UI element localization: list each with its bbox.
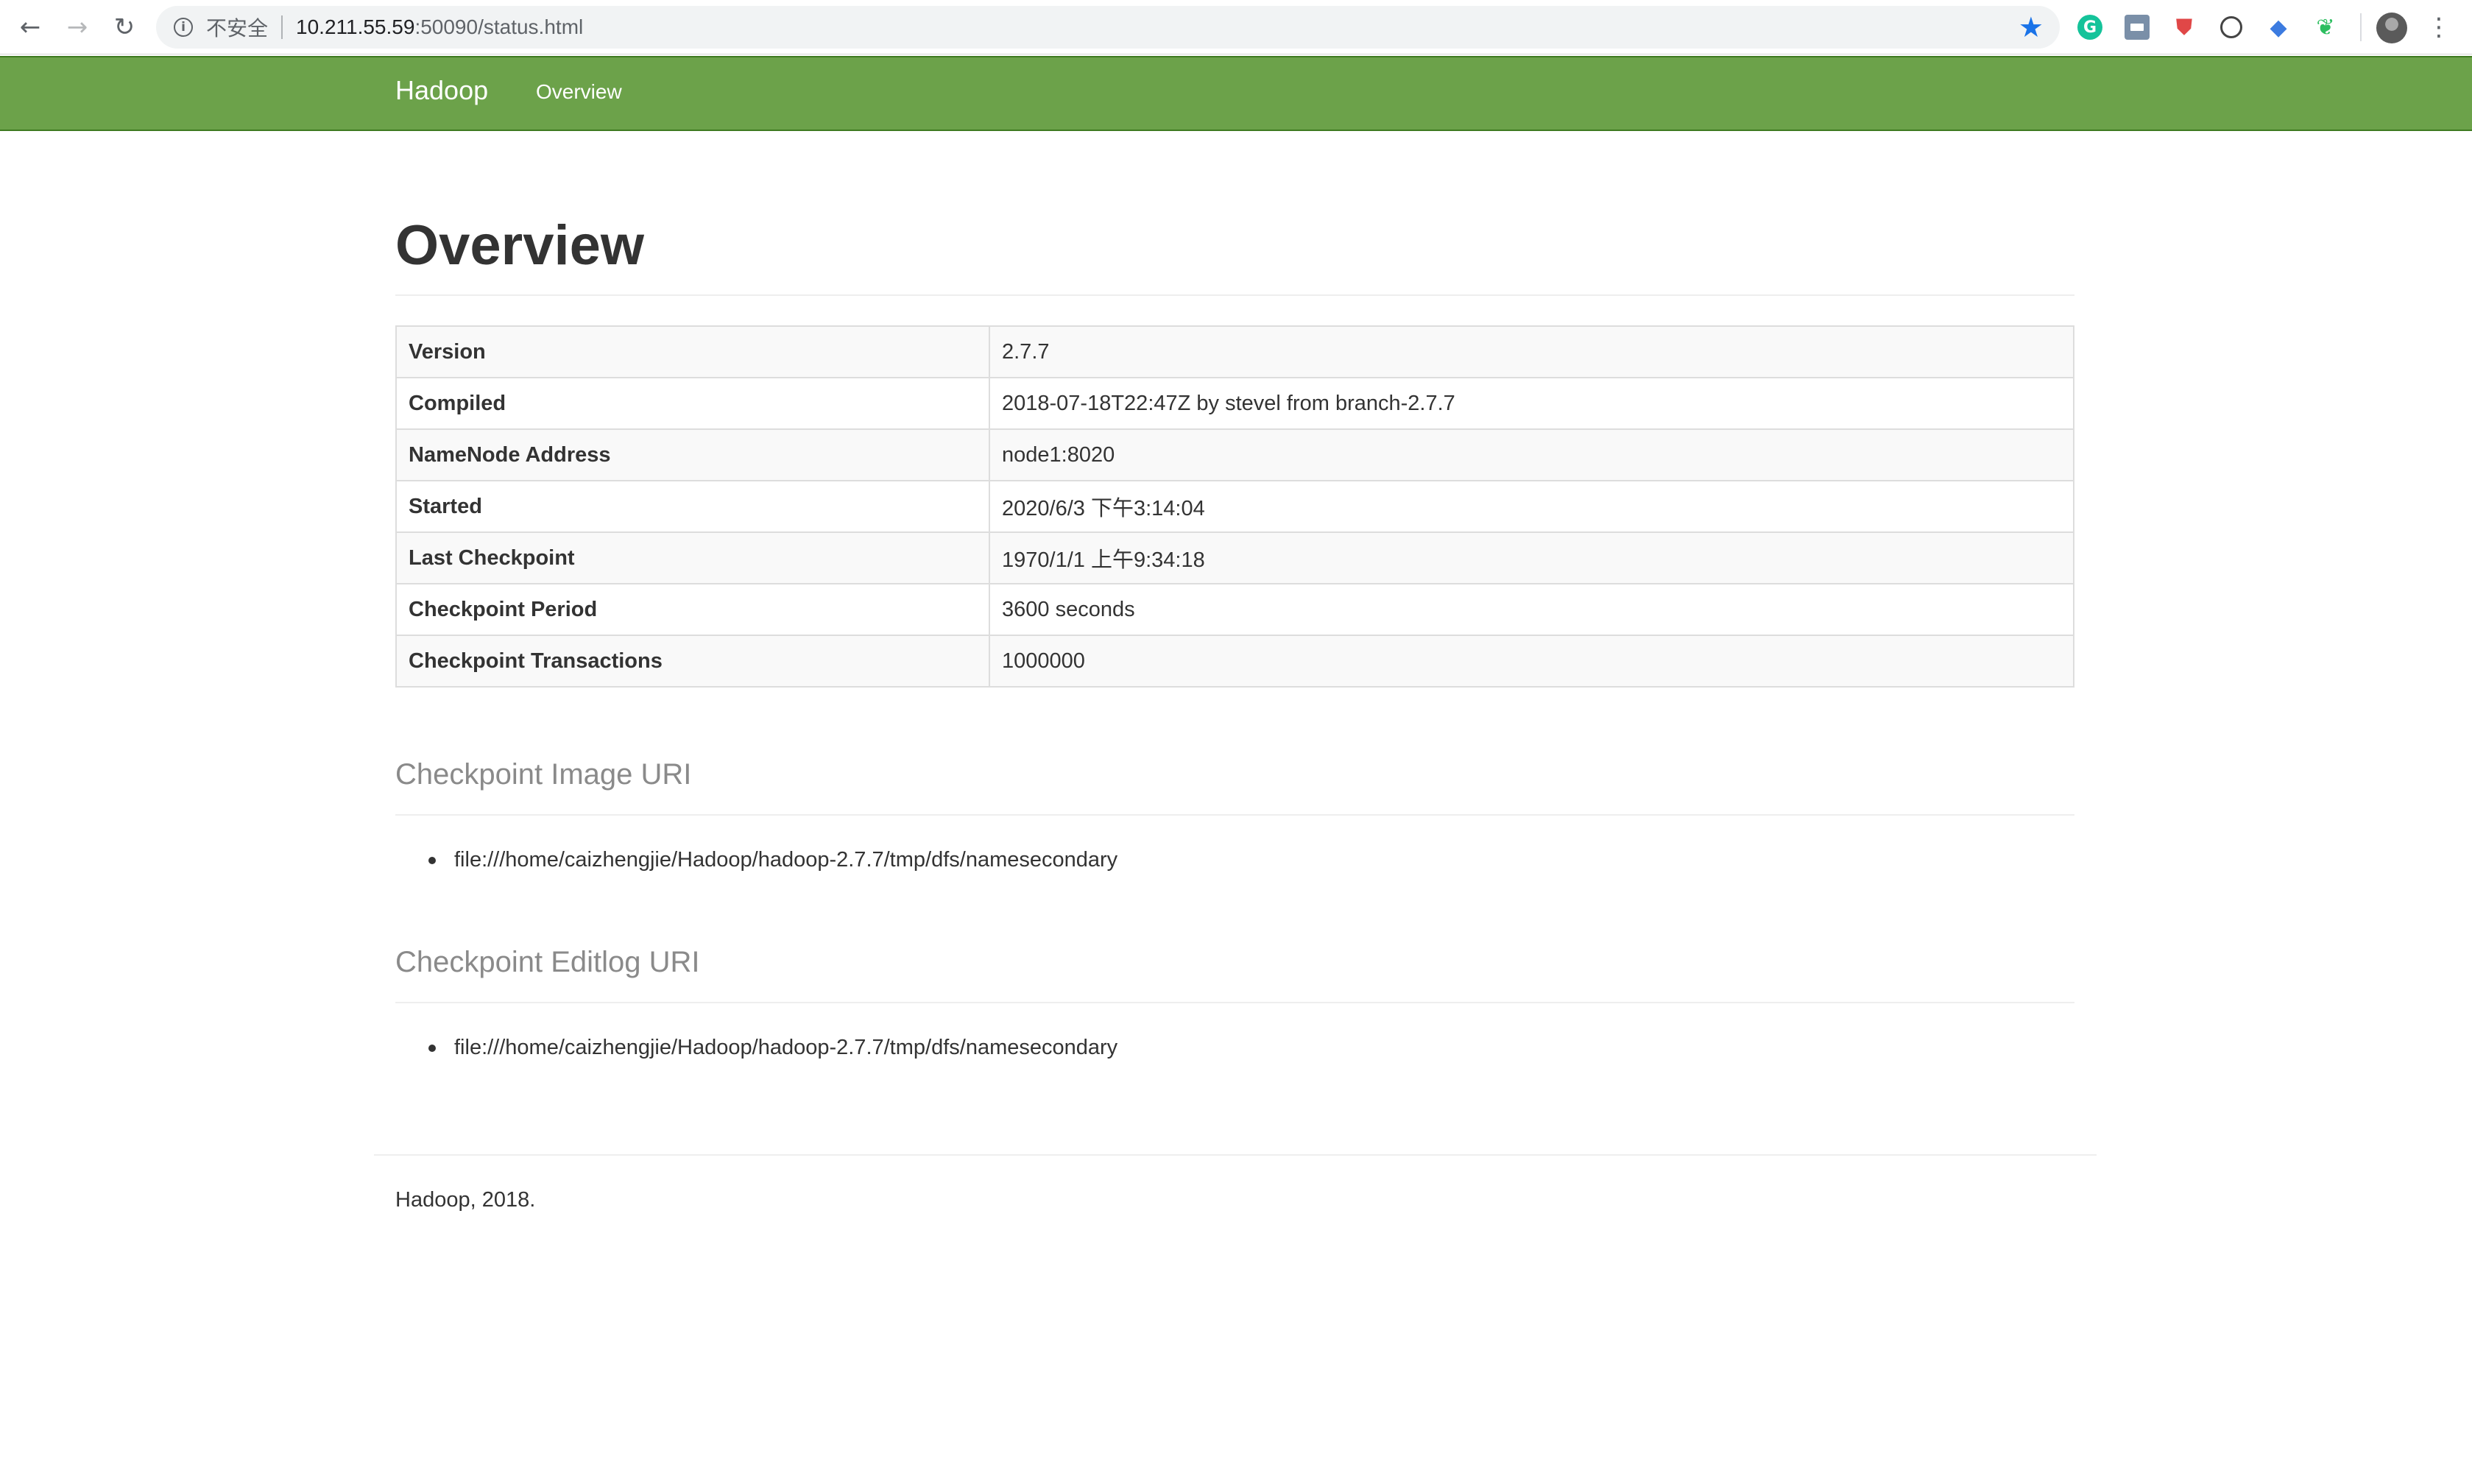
row-key: Compiled <box>395 377 990 430</box>
row-value: 1970/1/1 上午9:34:18 <box>989 531 2074 584</box>
url-path[interactable]: :50090/status.html <box>414 15 583 39</box>
info-icon[interactable]: i <box>174 18 193 37</box>
row-key: Started <box>395 480 990 533</box>
table-row: Started 2020/6/3 下午3:14:04 <box>395 480 2074 533</box>
table-row: NameNode Address node1:8020 <box>395 428 2074 481</box>
address-bar[interactable]: i 不安全 10.211.55.59:50090/status.html ★ <box>156 6 2060 49</box>
page-header: Overview <box>395 218 2074 296</box>
menu-icon[interactable]: ⋮ <box>2426 9 2451 46</box>
shield-icon[interactable]: ⛊ <box>2172 15 2197 40</box>
list-item: file:///home/caizhengjie/Hadoop/hadoop-2… <box>395 848 2074 872</box>
table-row: Last Checkpoint 1970/1/1 上午9:34:18 <box>395 531 2074 584</box>
navbar-brand[interactable]: Hadoop <box>395 75 488 106</box>
hadoop-navbar: Hadoop Overview <box>0 56 2472 131</box>
browser-toolbar: ← → ↻ i 不安全 10.211.55.59:50090/status.ht… <box>0 0 2472 54</box>
table-row: Checkpoint Transactions 1000000 <box>395 635 2074 688</box>
row-value: node1:8020 <box>989 428 2074 481</box>
table-row: Checkpoint Period 3600 seconds <box>395 583 2074 636</box>
row-value: 2020/6/3 下午3:14:04 <box>989 480 2074 533</box>
url-host[interactable]: 10.211.55.59 <box>296 15 414 39</box>
profile-avatar[interactable] <box>2376 13 2407 43</box>
evernote-icon[interactable]: ❦ <box>2313 15 2338 40</box>
footer-divider <box>374 1154 2097 1156</box>
address-divider <box>281 15 283 39</box>
row-value: 2.7.7 <box>989 325 2074 378</box>
printer-icon[interactable] <box>2125 15 2150 40</box>
table-row: Compiled 2018-07-18T22:47Z by stevel fro… <box>395 377 2074 430</box>
toolbar-divider <box>2360 13 2362 41</box>
reload-icon: ↻ <box>113 13 135 42</box>
forward-arrow-icon: → <box>66 13 88 42</box>
checkpoint-image-title: Checkpoint Image URI <box>395 758 692 791</box>
row-key: NameNode Address <box>395 428 990 481</box>
bookmark-star-icon[interactable]: ★ <box>2019 11 2044 43</box>
gauge-icon[interactable] <box>2219 15 2244 40</box>
checkpoint-editlog-title: Checkpoint Editlog URI <box>395 946 700 978</box>
list-item: file:///home/caizhengjie/Hadoop/hadoop-2… <box>395 1036 2074 1060</box>
row-key: Checkpoint Transactions <box>395 635 990 688</box>
row-key: Version <box>395 325 990 378</box>
row-value: 3600 seconds <box>989 583 2074 636</box>
row-value: 1000000 <box>989 635 2074 688</box>
graduation-cap-icon[interactable]: ◆ <box>2266 15 2291 40</box>
nav-link-overview[interactable]: Overview <box>536 80 622 104</box>
checkpoint-image-header: Checkpoint Image URI <box>395 760 2074 816</box>
grammarly-icon[interactable]: G <box>2077 15 2102 40</box>
row-key: Last Checkpoint <box>395 531 990 584</box>
overview-table: Version 2.7.7 Compiled 2018-07-18T22:47Z… <box>395 325 2074 688</box>
row-value: 2018-07-18T22:47Z by stevel from branch-… <box>989 377 2074 430</box>
forward-button[interactable]: → <box>59 9 96 46</box>
checkpoint-editlog-list: file:///home/caizhengjie/Hadoop/hadoop-2… <box>395 1036 2074 1060</box>
gauge-dial <box>2220 16 2242 38</box>
page-title: Overview <box>395 214 644 277</box>
main-content: Overview Version 2.7.7 Compiled 2018-07-… <box>395 131 2074 1060</box>
checkpoint-editlog-header: Checkpoint Editlog URI <box>395 947 2074 1003</box>
reload-button[interactable]: ↻ <box>106 9 143 46</box>
row-key: Checkpoint Period <box>395 583 990 636</box>
security-label[interactable]: 不安全 <box>206 13 268 42</box>
checkpoint-image-list: file:///home/caizhengjie/Hadoop/hadoop-2… <box>395 848 2074 872</box>
back-arrow-icon: ← <box>19 13 41 42</box>
back-button[interactable]: ← <box>12 9 49 46</box>
footer-text: Hadoop, 2018. <box>395 1188 536 1212</box>
table-row: Version 2.7.7 <box>395 325 2074 378</box>
